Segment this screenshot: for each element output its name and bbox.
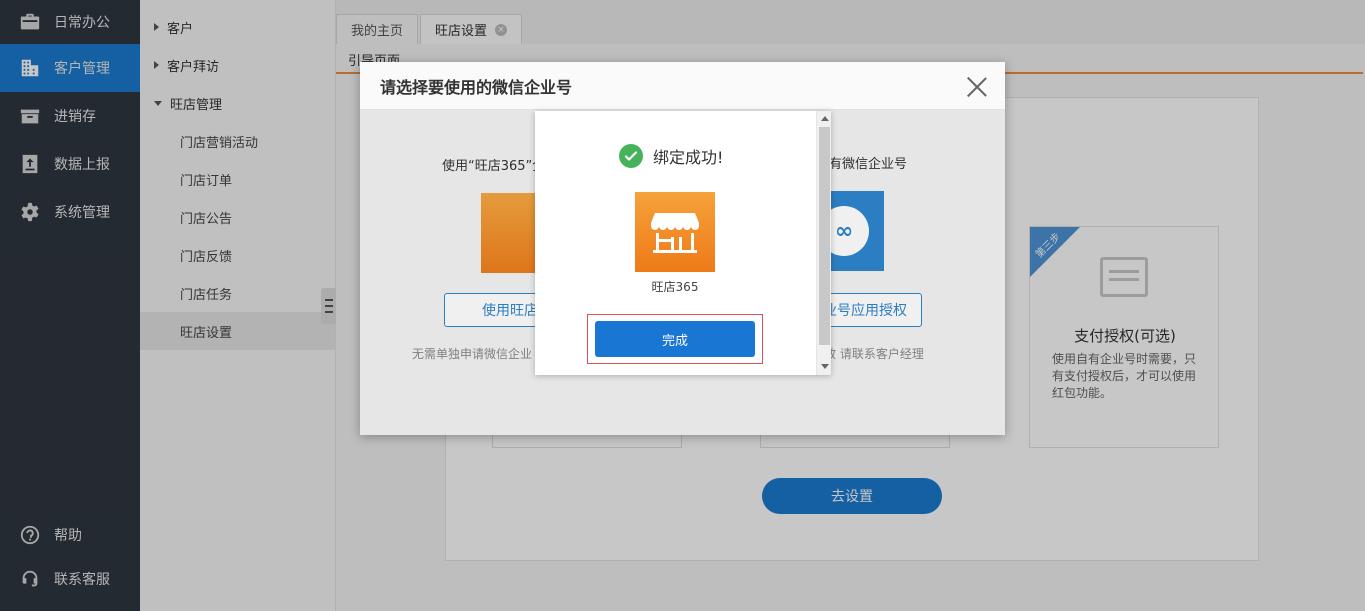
close-icon[interactable] (965, 74, 989, 98)
scroll-down-icon[interactable] (821, 364, 829, 369)
bind-success-dialog: 绑定成功! 旺店365 完成 (535, 111, 831, 375)
done-button-highlight: 完成 (587, 314, 763, 364)
store-icon (635, 192, 715, 272)
scroll-thumb[interactable] (819, 127, 830, 345)
scroll-up-icon[interactable] (821, 116, 829, 121)
success-row: 绑定成功! (619, 144, 723, 168)
dialog-scrollbar[interactable] (816, 111, 831, 375)
modal-title: 请选择要使用的微信企业号 (360, 62, 1005, 110)
check-circle-icon (619, 144, 643, 168)
success-message: 绑定成功! (653, 148, 724, 167)
done-button[interactable]: 完成 (595, 321, 755, 357)
app-name: 旺店365 (651, 280, 699, 294)
